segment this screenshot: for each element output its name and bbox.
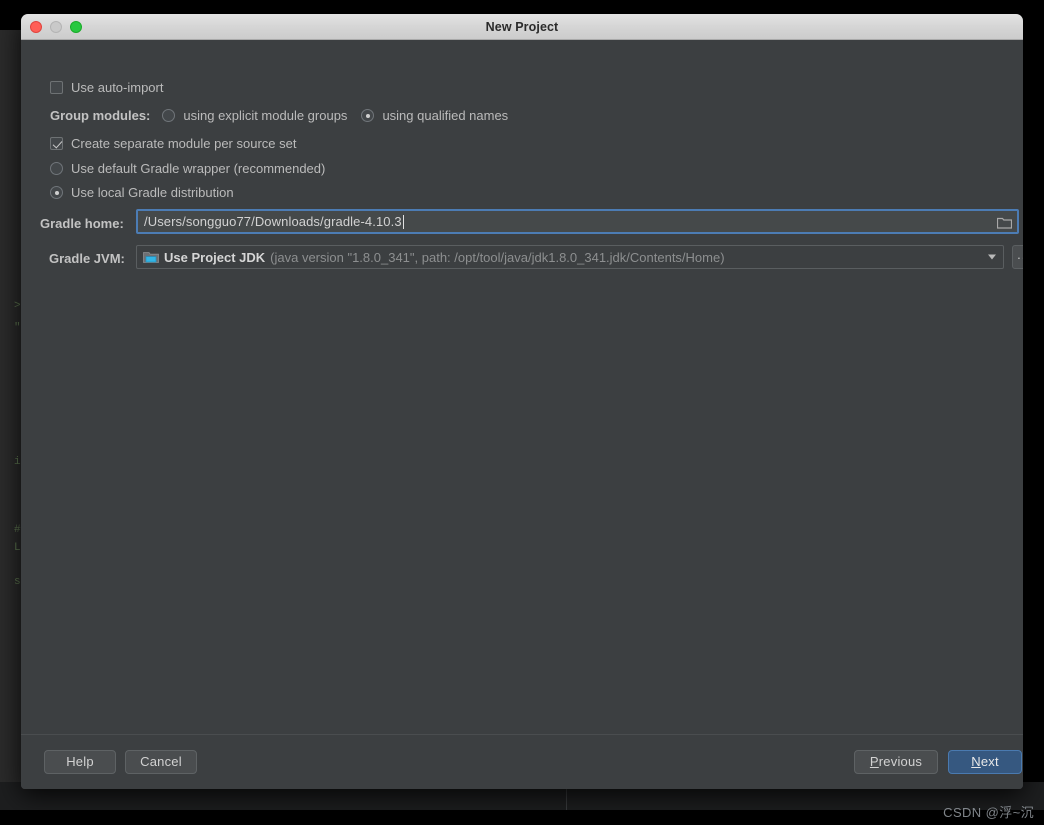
dialog-footer: Help Cancel Previous Next [21,734,1023,789]
gradle-wrapper-label: Use default Gradle wrapper (recommended) [71,161,326,176]
next-button[interactable]: Next [948,750,1022,774]
gradle-local-radio[interactable] [50,186,63,199]
gradle-wrapper-radio[interactable] [50,162,63,175]
minimize-button[interactable] [50,20,62,33]
gradle-jvm-value: Use Project JDK [164,249,266,265]
separate-module-row[interactable]: Create separate module per source set [50,136,296,151]
next-label-rest: ext [980,754,999,769]
gradle-jvm-detail: (java version "1.8.0_341", path: /opt/to… [270,249,725,265]
window-controls [30,14,82,39]
gradle-home-input[interactable]: /Users/songguo77/Downloads/gradle-4.10.3 [136,209,1019,234]
separate-module-checkbox[interactable] [50,137,63,150]
zoom-button[interactable] [70,20,82,33]
gradle-jvm-dropdown[interactable]: Use Project JDK (java version "1.8.0_341… [136,245,1004,269]
auto-import-checkbox[interactable] [50,81,63,94]
close-button[interactable] [30,20,42,33]
dialog-title: New Project [485,19,559,34]
previous-mnemonic: P [869,754,879,769]
separate-module-label: Create separate module per source set [71,136,297,151]
next-mnemonic: N [971,754,981,769]
gradle-home-value: /Users/songguo77/Downloads/gradle-4.10.3 [144,214,402,229]
auto-import-label: Use auto-import [71,80,164,95]
group-modules-explicit-radio[interactable] [162,109,176,122]
gradle-home-label-wrap: Gradle home: [40,216,124,231]
previous-label-rest: revious [878,754,923,769]
dialog-content: Use auto-import Group modules: using exp… [21,40,1023,789]
group-modules-explicit-label[interactable]: using explicit module groups [183,108,347,123]
previous-button[interactable]: Previous [854,750,938,774]
folder-icon[interactable] [996,216,1013,229]
gradle-home-label: Gradle home: [40,216,124,231]
gradle-wrapper-row[interactable]: Use default Gradle wrapper (recommended) [50,161,325,176]
jdk-folder-icon [143,251,159,264]
group-modules-qualified-radio[interactable] [361,109,375,122]
help-button[interactable]: Help [44,750,116,774]
gradle-local-row[interactable]: Use local Gradle distribution [50,185,234,200]
gradle-jvm-label-wrap: Gradle JVM: [49,251,125,266]
gradle-local-label: Use local Gradle distribution [71,185,234,200]
group-modules-qualified-label[interactable]: using qualified names [382,108,508,123]
chevron-down-icon[interactable] [988,254,996,260]
cancel-button[interactable]: Cancel [125,750,197,774]
new-project-dialog: New Project Use auto-import Group module… [21,14,1023,789]
group-modules-row: Group modules: using explicit module gro… [50,108,508,123]
gradle-jvm-label: Gradle JVM: [49,251,125,266]
group-modules-label: Group modules: [50,108,151,123]
gradle-jvm-browse-button[interactable]: ... [1012,245,1023,269]
auto-import-row[interactable]: Use auto-import [50,80,163,95]
dialog-titlebar[interactable]: New Project [21,14,1023,40]
text-caret [402,214,404,229]
watermark: CSDN @浮~沉 [943,805,1034,820]
